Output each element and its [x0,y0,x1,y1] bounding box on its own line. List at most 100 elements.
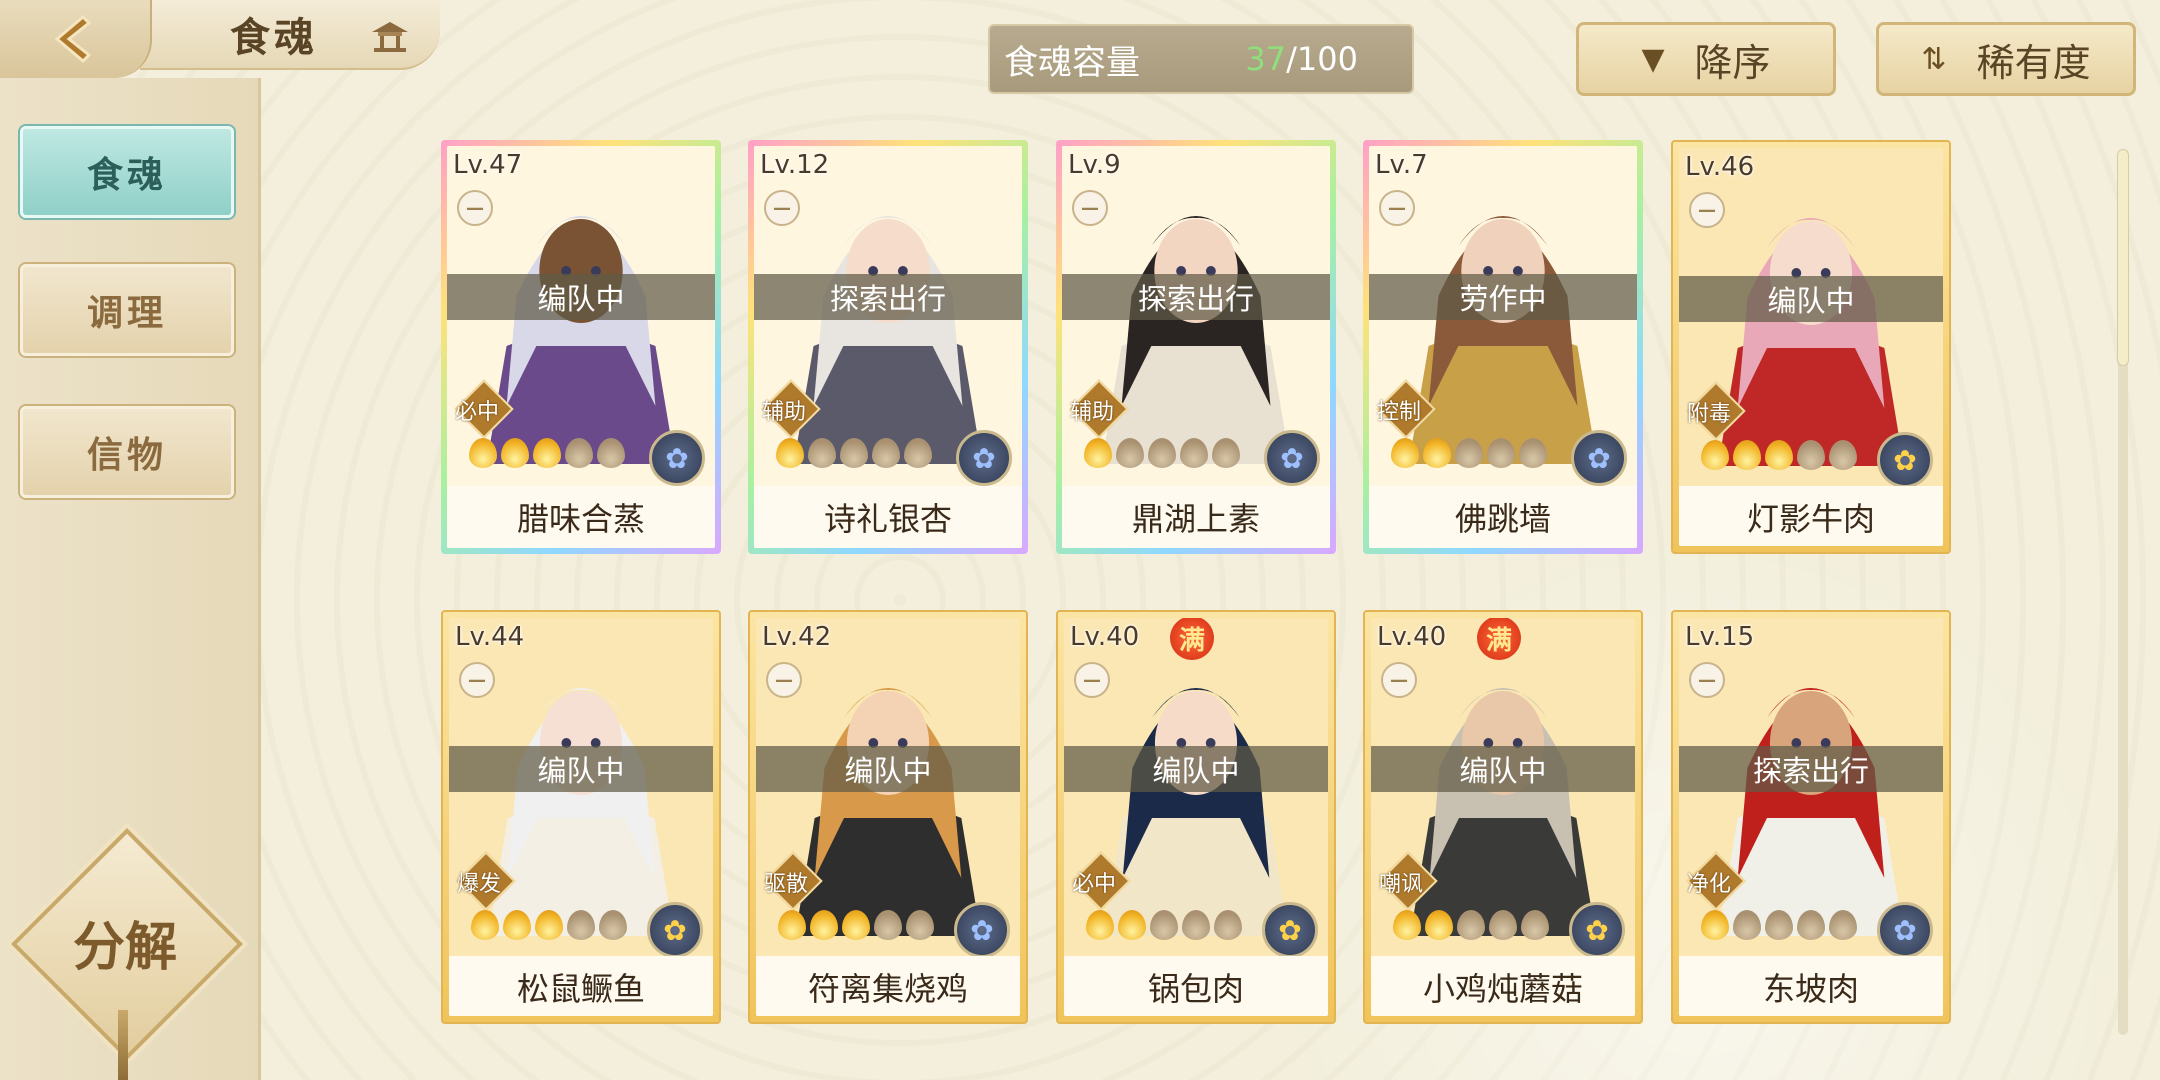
star-rating [778,910,934,940]
role-badge: 爆发 [449,851,516,911]
scrollbar-thumb[interactable] [2118,150,2128,365]
level-label: Lv.44 [455,622,525,652]
flower-icon: ✿ [972,441,996,475]
capacity-label: 食魂容量 [1004,42,1140,83]
lock-minus-icon[interactable]: — [459,662,495,698]
lock-minus-icon[interactable]: — [457,190,493,226]
back-arrow-icon [54,14,92,64]
level-label: Lv.15 [1685,622,1755,652]
status-bar: 探索出行 [1679,746,1943,792]
food-soul-card[interactable]: Lv.40 满 — 编队中 嘲讽 ✿ 小鸡炖蘑菇 [1363,610,1643,1024]
star-flame-icon [1765,910,1793,940]
status-bar: 编队中 [449,746,713,792]
lock-minus-icon[interactable]: — [1689,192,1725,228]
food-soul-card[interactable]: Lv.15 — 探索出行 净化 ✿ 东坡肉 [1671,610,1951,1024]
status-bar: 编队中 [447,274,715,320]
star-flame-icon [1765,440,1793,470]
status-label: 探索出行 [1137,282,1254,316]
star-flame-icon [1701,440,1729,470]
food-soul-card[interactable]: Lv.44 — 编队中 爆发 ✿ 松鼠鳜鱼 [441,610,721,1024]
level-label: Lv.46 [1685,152,1755,182]
food-soul-card[interactable]: Lv.9 — 探索出行 辅助 ✿ 鼎湖上素 [1056,140,1336,554]
card-inner: Lv.47 — 编队中 必中 ✿ 腊味合蒸 [447,146,715,548]
star-flame-icon [471,910,499,940]
star-rating [471,910,627,940]
sidebar-item-label: 调理 [86,292,167,334]
flower-icon: ✿ [1278,913,1302,947]
status-label: 编队中 [1152,754,1240,788]
food-soul-card[interactable]: Lv.42 — 编队中 驱散 ✿ 符离集烧鸡 [748,610,1028,1024]
role-badge: 嘲讽 [1371,851,1438,911]
star-flame-icon [567,910,595,940]
role-label: 辅助 [1069,400,1114,425]
element-flower-icon: ✿ [649,430,705,486]
star-flame-icon [535,910,563,940]
star-flame-icon [533,438,561,468]
sort-order-label: 降序 [1694,40,1771,85]
food-soul-card[interactable]: Lv.46 — 编队中 附毒 ✿ 灯影牛肉 [1671,140,1951,554]
star-flame-icon [1519,438,1547,468]
star-rating [469,438,625,468]
star-flame-icon [776,438,804,468]
card-inner: Lv.46 — 编队中 附毒 ✿ 灯影牛肉 [1679,148,1943,546]
scrollbar[interactable] [2118,150,2128,1035]
sidebar-item-tokens[interactable]: 信物 [20,406,234,498]
page-title: 食魂 [230,14,318,61]
name-plate: 佛跳墙 [1369,486,1637,548]
star-flame-icon [501,438,529,468]
pavilion-icon[interactable] [370,18,410,52]
status-bar: 编队中 [1064,746,1328,792]
card-inner: Lv.15 — 探索出行 净化 ✿ 东坡肉 [1679,618,1943,1016]
food-soul-card[interactable]: Lv.47 — 编队中 必中 ✿ 腊味合蒸 [441,140,721,554]
star-flame-icon [1423,438,1451,468]
role-label: 驱散 [763,872,808,897]
star-rating [1391,438,1547,468]
star-rating [1701,910,1857,940]
role-badge: 附毒 [1679,381,1746,441]
food-soul-name: 诗礼银杏 [823,500,952,538]
star-rating [1086,910,1242,940]
star-flame-icon [1487,438,1515,468]
food-soul-card[interactable]: Lv.12 — 探索出行 辅助 ✿ 诗礼银杏 [748,140,1028,554]
star-flame-icon [1086,910,1114,940]
role-badge: 辅助 [754,379,821,439]
sort-order-button[interactable]: ▼ 降序 [1576,22,1836,96]
food-soul-card[interactable]: Lv.7 — 劳作中 控制 ✿ 佛跳墙 [1363,140,1643,554]
decompose-label[interactable]: 分解 [60,905,190,980]
status-label: 劳作中 [1459,282,1547,316]
sort-rarity-button[interactable]: ⇅ 稀有度 [1876,22,2136,96]
star-flame-icon [1116,438,1144,468]
lock-minus-icon[interactable]: — [1689,662,1725,698]
star-flame-icon [1489,910,1517,940]
flower-icon: ✿ [1585,913,1609,947]
name-plate: 符离集烧鸡 [756,956,1020,1016]
lock-minus-icon[interactable]: — [766,662,802,698]
sidebar-item-cooking[interactable]: 调理 [20,264,234,356]
star-flame-icon [842,910,870,940]
lock-minus-icon[interactable]: — [1379,190,1415,226]
star-flame-icon [1084,438,1112,468]
lock-minus-icon[interactable]: — [764,190,800,226]
star-flame-icon [1393,910,1421,940]
back-button[interactable] [0,0,152,78]
lock-minus-icon[interactable]: — [1072,190,1108,226]
name-plate: 诗礼银杏 [754,486,1022,548]
star-flame-icon [1797,440,1825,470]
lock-minus-icon[interactable]: — [1074,662,1110,698]
status-bar: 探索出行 [754,274,1022,320]
card-inner: Lv.44 — 编队中 爆发 ✿ 松鼠鳜鱼 [449,618,713,1016]
flower-icon: ✿ [970,913,994,947]
title-bar: 食魂 [140,0,440,70]
status-label: 编队中 [537,754,625,788]
star-flame-icon [1457,910,1485,940]
star-flame-icon [1212,438,1240,468]
status-label: 探索出行 [829,282,946,316]
food-soul-card[interactable]: Lv.40 满 — 编队中 必中 ✿ 锅包肉 [1056,610,1336,1024]
level-label: Lv.47 [453,150,523,180]
star-flame-icon [1521,910,1549,940]
sidebar-item-food-souls[interactable]: 食魂 [20,126,234,218]
lock-minus-icon[interactable]: — [1381,662,1417,698]
capacity-display: 食魂容量 37 /100 [988,24,1414,94]
role-badge: 必中 [447,379,514,439]
star-flame-icon [1829,910,1857,940]
